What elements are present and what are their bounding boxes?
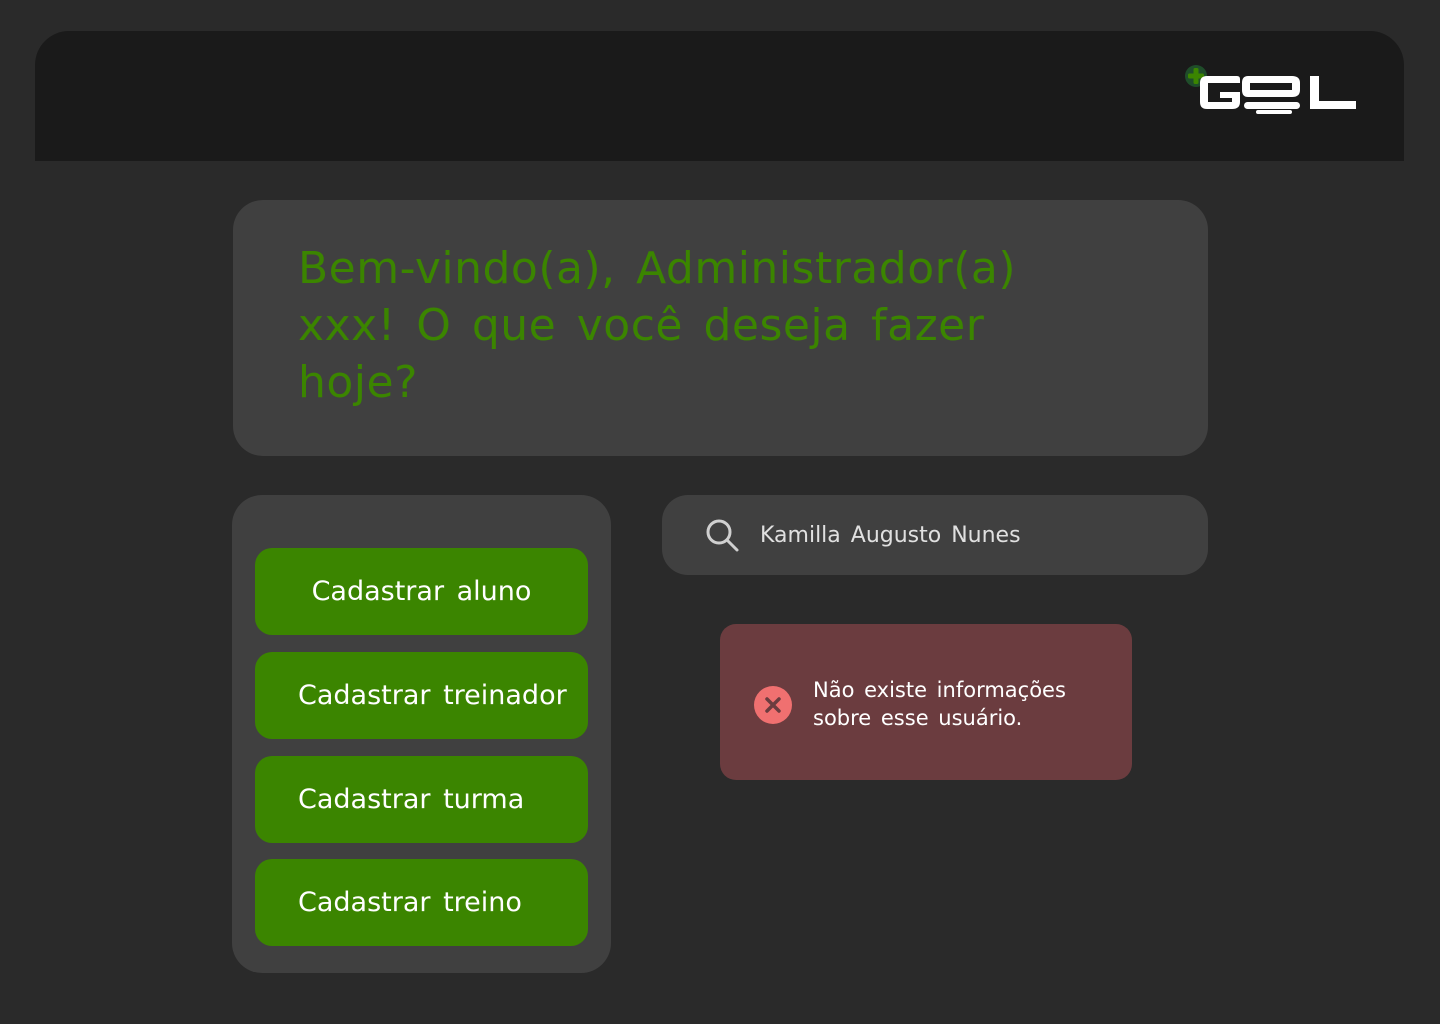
welcome-card: Bem-vindo(a), Administrador(a) xxx! O qu… [233, 200, 1208, 456]
search-bar[interactable] [662, 495, 1208, 575]
search-icon[interactable] [704, 517, 740, 553]
register-class-button[interactable]: Cadastrar turma [255, 756, 588, 843]
error-alert: Não existe informações sobre esse usuári… [720, 624, 1132, 780]
welcome-message: Bem-vindo(a), Administrador(a) xxx! O qu… [298, 243, 1016, 408]
register-coach-button[interactable]: Cadastrar treinador [255, 652, 588, 739]
gol-logo[interactable] [1182, 64, 1358, 116]
error-message: Não existe informações sobre esse usuári… [813, 678, 1066, 730]
register-training-button[interactable]: Cadastrar treino [255, 859, 588, 946]
register-student-button[interactable]: Cadastrar aluno [255, 548, 588, 635]
search-input[interactable] [760, 513, 1180, 557]
close-circle-icon [754, 686, 792, 724]
actions-panel: Cadastrar aluno Cadastrar treinador Cada… [232, 495, 611, 973]
